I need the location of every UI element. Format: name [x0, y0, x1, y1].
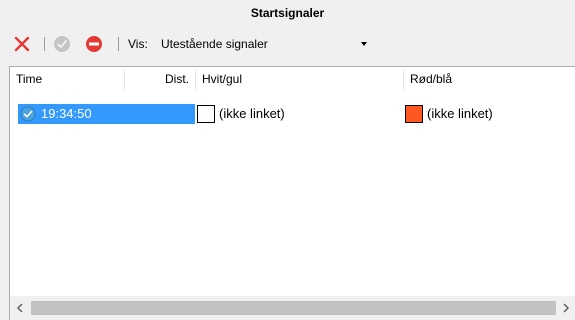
list-header: Time Dist. Hvit/gul Rød/blå: [10, 67, 575, 91]
color-swatch-white: [197, 105, 215, 123]
close-x-icon[interactable]: [12, 34, 32, 54]
column-header-time[interactable]: Time: [10, 67, 124, 91]
stop-icon[interactable]: [84, 34, 104, 54]
time-value: 19:34:50: [41, 106, 92, 121]
chevron-right-icon[interactable]: [556, 296, 575, 320]
vis-label: Vis:: [128, 37, 148, 51]
color-swatch-red: [405, 105, 423, 123]
time-cell-selected[interactable]: 19:34:50: [18, 104, 195, 124]
rod-bla-value: (ikke linket): [427, 106, 493, 121]
toolbar-separator: [44, 37, 45, 51]
column-header-hvit-gul[interactable]: Hvit/gul: [196, 67, 403, 91]
chevron-down-icon[interactable]: [361, 42, 367, 46]
signal-list: Time Dist. Hvit/gul Rød/blå 19:34:50 (ik…: [9, 66, 575, 320]
column-header-rod-bla[interactable]: Rød/blå: [404, 67, 575, 91]
toolbar: Vis: Utestående signaler: [0, 26, 575, 62]
table-row[interactable]: 19:34:50 (ikke linket) (ikke linket): [10, 104, 575, 124]
chevron-left-icon[interactable]: [10, 296, 30, 320]
window-title: Startsignaler: [250, 6, 325, 20]
hvit-gul-value: (ikke linket): [219, 106, 285, 121]
vis-dropdown-value: Utestående signaler: [161, 37, 268, 51]
column-header-dist[interactable]: Dist.: [125, 67, 195, 91]
ok-icon[interactable]: [52, 34, 72, 54]
horizontal-scrollbar[interactable]: [10, 296, 575, 320]
scrollbar-thumb[interactable]: [31, 301, 556, 315]
toolbar-separator: [118, 37, 119, 51]
vis-dropdown[interactable]: Utestående signaler: [158, 35, 373, 53]
check-circle-icon: [20, 106, 36, 122]
